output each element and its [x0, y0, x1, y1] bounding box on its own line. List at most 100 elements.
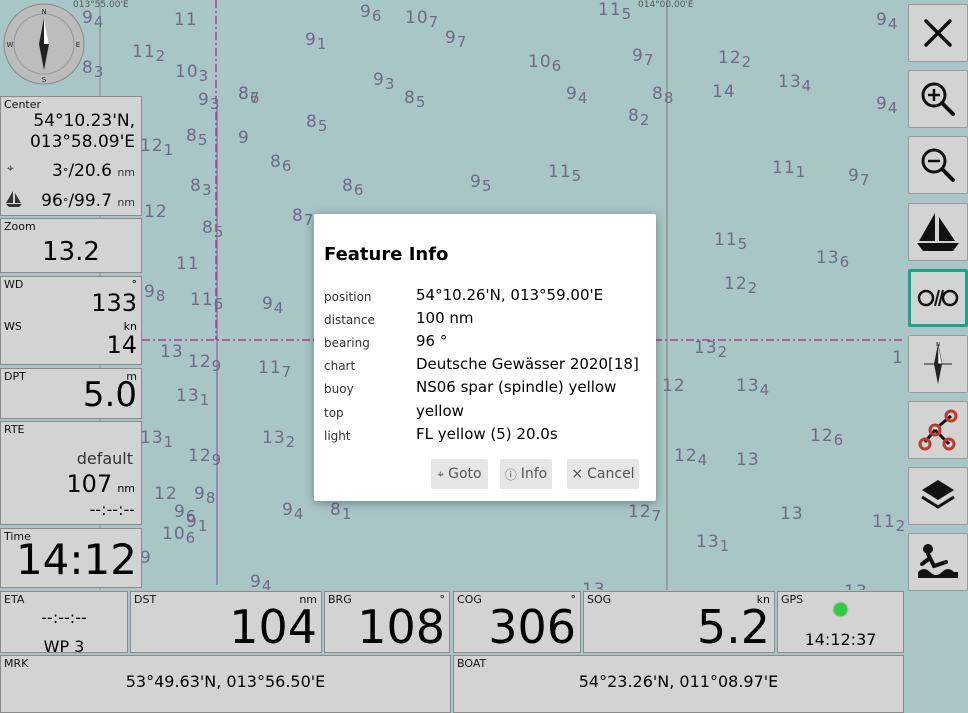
cog-label: COG [457, 593, 482, 606]
rte-label: RTE [4, 423, 25, 436]
mrk-value: 53°49.63'N, 013°56.50'E [125, 672, 326, 691]
eta-value: --:--:-- [41, 608, 87, 627]
eta-waypoint: WP 3 [43, 637, 85, 656]
depth-sounding: 14 [712, 82, 736, 102]
info-value: NS06 spar (spindle) yellow [416, 378, 617, 396]
depth-sounding: 12 [154, 484, 178, 504]
center-label: Center [4, 98, 42, 111]
compass-icon: N [924, 342, 952, 384]
depth-sounding: 112 [872, 512, 904, 535]
info-row-buoy: buoy NS06 spar (spindle) yellow [324, 378, 654, 400]
info-row-top: top yellow [324, 402, 654, 424]
info-value: 100 nm [416, 309, 474, 327]
info-row-bearing: bearing 96 ° [324, 332, 654, 354]
depth-sounding: 122 [718, 48, 753, 71]
info-value: 96 ° [416, 332, 448, 350]
info-key: bearing [324, 336, 370, 350]
zoom-in-icon [921, 82, 955, 116]
gps-status-indicator [834, 603, 847, 616]
sog-widget[interactable]: SOG kn 5.2 [583, 591, 775, 654]
depth-sounding: 82 [628, 106, 651, 129]
cog-value: 306 [488, 600, 576, 654]
center-dist1-unit: nm [117, 166, 135, 179]
depth-sounding: 111 [772, 158, 807, 181]
depth-sounding: 97 [632, 46, 655, 69]
close-icon [924, 19, 952, 47]
depth-sounding: 126 [810, 426, 845, 449]
depth-sounding: 11 [174, 10, 198, 30]
time-widget[interactable]: Time 14:12 [0, 528, 142, 588]
depth-sounding: 97 [848, 166, 871, 189]
center-distance-1: 3°/20.6 nm [52, 161, 135, 181]
depth-sounding: 95 [470, 172, 493, 195]
depth-widget[interactable]: DPT m 5.0 [0, 368, 142, 419]
anchor-watch-button[interactable] [908, 533, 968, 591]
zoom-out-button[interactable] [908, 136, 968, 194]
depth-sounding: 94 [282, 500, 305, 523]
compass-rose[interactable]: N S E W [3, 3, 85, 85]
north-up-button[interactable]: N [908, 335, 968, 393]
center-dist2-unit: nm [117, 196, 135, 209]
depth-sounding: 13 [844, 582, 868, 590]
route-widget[interactable]: RTE default 107 nm --:--:-- [0, 421, 142, 525]
depth-sounding: 13 [780, 504, 804, 524]
info-key: light [324, 429, 351, 443]
depth-sounding: 132 [694, 338, 729, 361]
gps-time: 14:12:37 [804, 630, 877, 649]
cog-widget[interactable]: COG ° 306 [453, 591, 581, 654]
zoom-label: Zoom [4, 220, 36, 233]
zoom-widget[interactable]: Zoom 13.2 [0, 218, 142, 273]
close-button[interactable] [908, 4, 968, 62]
longitude-label-2: 014°00.00'E [638, 0, 694, 10]
route-button[interactable] [908, 401, 968, 459]
compass-rose-icon: N S E W [3, 3, 85, 85]
depth-sounding: 13 [582, 580, 606, 590]
close-icon: × [571, 466, 584, 482]
info-value: yellow [416, 402, 464, 420]
boat-position-widget[interactable]: BOAT 54°23.26'N, 011°08.97'E [453, 655, 904, 713]
info-button[interactable]: ⓘ Info [500, 459, 552, 489]
depth-sounding: 88 [652, 84, 675, 107]
brg-widget[interactable]: BRG ° 108 [324, 591, 450, 654]
depth-sounding: 121 [140, 136, 175, 159]
info-key: top [324, 406, 344, 420]
info-row-light: light FL yellow (5) 20.0s [324, 425, 654, 447]
center-widget[interactable]: Center 54°10.23'N, 013°58.09'E ⌖ 3°/20.6… [0, 96, 142, 216]
depth-sounding: 85 [404, 88, 427, 111]
zoom-in-button[interactable] [908, 70, 968, 128]
eta-widget[interactable]: ETA --:--:-- WP 3 [0, 591, 128, 656]
right-button-bar: N [904, 0, 968, 713]
marker-widget[interactable]: MRK 53°49.63'N, 013°56.50'E [0, 655, 451, 713]
rte-name: default [76, 449, 133, 468]
center-lat: 54°10.23'N, [33, 111, 135, 131]
depth-sounding: 13 [160, 342, 184, 362]
gps-widget[interactable]: GPS 14:12:37 [777, 591, 904, 653]
dst-value: 104 [229, 600, 317, 654]
depth-sounding: 91 [305, 30, 328, 53]
depth-sounding: 94 [262, 294, 285, 317]
depth-sounding: 116 [190, 290, 225, 313]
depth-sounding: 115 [598, 0, 633, 23]
info-value: 54°10.26'N, 013°59.00'E [416, 286, 604, 304]
info-label: Info [520, 466, 548, 482]
depth-sounding: 85 [306, 112, 329, 135]
zoom-value: 13.2 [42, 237, 100, 267]
info-key: chart [324, 359, 356, 373]
info-row-position: position 54°10.26'N, 013°59.00'E [324, 286, 654, 308]
cancel-button[interactable]: × Cancel [567, 459, 639, 489]
goto-label: Goto [448, 466, 482, 482]
depth-sounding: 83 [190, 176, 213, 199]
goto-button[interactable]: ⌖ Goto [431, 459, 488, 489]
info-key: distance [324, 313, 375, 327]
center-lon: 013°58.09'E [29, 132, 135, 152]
layers-button[interactable] [908, 467, 968, 525]
wind-widget[interactable]: WD ° 133 WS kn 14 [0, 276, 142, 365]
center-dist1-val: 3 [51, 161, 63, 181]
boat-center-button[interactable] [908, 203, 968, 261]
depth-sounding: 106 [528, 52, 563, 75]
svg-text:N: N [936, 342, 940, 348]
dst-widget[interactable]: DST nm 104 [130, 591, 322, 654]
depth-sounding: 136 [816, 248, 851, 271]
lock-position-button[interactable] [908, 269, 968, 327]
depth-sounding: 11 [176, 254, 200, 274]
